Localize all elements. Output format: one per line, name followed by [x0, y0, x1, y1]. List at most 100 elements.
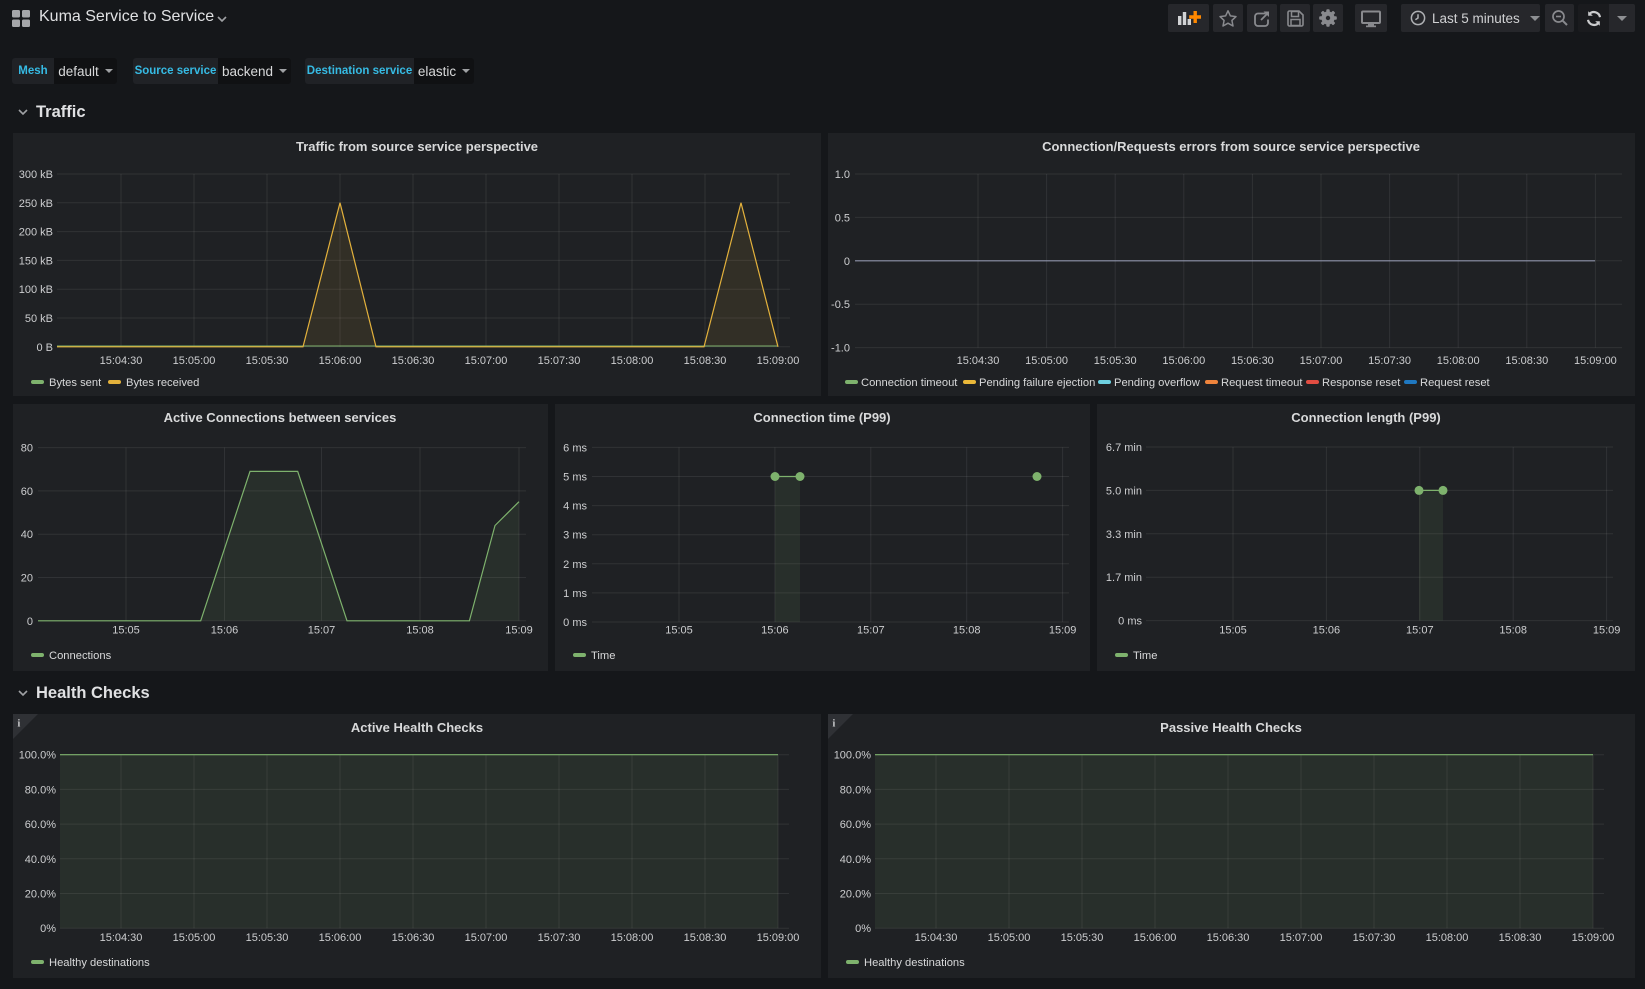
svg-text:15:09: 15:09 — [505, 625, 533, 637]
svg-text:i: i — [18, 719, 21, 730]
svg-text:15:04:30: 15:04:30 — [100, 355, 143, 367]
svg-text:2 ms: 2 ms — [563, 559, 587, 571]
svg-text:0 ms: 0 ms — [1118, 616, 1142, 628]
svg-text:15:07:00: 15:07:00 — [465, 932, 508, 944]
svg-text:1 ms: 1 ms — [563, 588, 587, 600]
svg-text:Time: Time — [1133, 650, 1157, 662]
svg-text:4 ms: 4 ms — [563, 501, 587, 513]
svg-text:15:04:30: 15:04:30 — [957, 355, 1000, 367]
svg-text:0%: 0% — [855, 923, 871, 935]
svg-text:15:05:00: 15:05:00 — [173, 932, 216, 944]
svg-text:15:06:00: 15:06:00 — [319, 355, 362, 367]
svg-text:15:07:30: 15:07:30 — [538, 932, 581, 944]
svg-text:Time: Time — [591, 650, 615, 662]
svg-text:15:06:00: 15:06:00 — [1162, 355, 1205, 367]
svg-text:6.7 min: 6.7 min — [1106, 442, 1142, 454]
svg-text:15:07:30: 15:07:30 — [538, 355, 581, 367]
svg-text:15:09: 15:09 — [1593, 625, 1621, 637]
svg-text:Active Health Checks: Active Health Checks — [351, 720, 483, 735]
svg-text:15:08: 15:08 — [406, 625, 434, 637]
svg-text:80: 80 — [21, 443, 33, 455]
svg-text:250 kB: 250 kB — [19, 198, 53, 210]
svg-text:20: 20 — [21, 573, 33, 585]
svg-text:15:08: 15:08 — [953, 625, 981, 637]
svg-text:15:05:30: 15:05:30 — [246, 355, 289, 367]
svg-text:15:05:30: 15:05:30 — [1061, 932, 1104, 944]
svg-text:15:06:30: 15:06:30 — [1207, 932, 1250, 944]
svg-text:5 ms: 5 ms — [563, 472, 587, 484]
svg-text:Healthy destinations: Healthy destinations — [49, 957, 150, 969]
svg-text:15:05:00: 15:05:00 — [173, 355, 216, 367]
svg-text:15:05:00: 15:05:00 — [988, 932, 1031, 944]
svg-text:15:08:30: 15:08:30 — [684, 355, 727, 367]
svg-text:15:08:30: 15:08:30 — [1499, 932, 1542, 944]
svg-text:15:06:30: 15:06:30 — [392, 355, 435, 367]
svg-text:60.0%: 60.0% — [25, 819, 56, 831]
svg-text:15:05:30: 15:05:30 — [1094, 355, 1137, 367]
svg-text:3.3 min: 3.3 min — [1106, 529, 1142, 541]
svg-text:20.0%: 20.0% — [840, 889, 871, 901]
svg-text:Bytes received: Bytes received — [126, 377, 199, 389]
svg-text:15:08:30: 15:08:30 — [1505, 355, 1548, 367]
svg-text:15:07:00: 15:07:00 — [1300, 355, 1343, 367]
svg-text:40.0%: 40.0% — [840, 854, 871, 866]
svg-text:0 ms: 0 ms — [563, 617, 587, 629]
svg-text:15:07:00: 15:07:00 — [1280, 932, 1323, 944]
svg-text:15:07: 15:07 — [857, 625, 885, 637]
svg-text:40: 40 — [21, 529, 33, 541]
svg-text:0.5: 0.5 — [835, 212, 850, 224]
svg-text:Request timeout: Request timeout — [1221, 377, 1303, 389]
svg-text:100.0%: 100.0% — [834, 750, 872, 762]
svg-text:60: 60 — [21, 486, 33, 498]
svg-text:300 kB: 300 kB — [19, 169, 53, 181]
svg-text:6 ms: 6 ms — [563, 442, 587, 454]
svg-text:100.0%: 100.0% — [19, 750, 57, 762]
svg-text:15:09:00: 15:09:00 — [1574, 355, 1617, 367]
svg-text:0: 0 — [844, 256, 850, 268]
svg-text:Healthy destinations: Healthy destinations — [864, 957, 965, 969]
svg-text:Connections: Connections — [49, 650, 112, 662]
svg-text:15:08:30: 15:08:30 — [684, 932, 727, 944]
svg-text:0: 0 — [27, 616, 33, 628]
svg-text:15:07: 15:07 — [308, 625, 336, 637]
svg-text:15:06: 15:06 — [1313, 625, 1341, 637]
svg-text:15:06:00: 15:06:00 — [319, 932, 362, 944]
svg-text:15:09: 15:09 — [1049, 625, 1077, 637]
svg-text:Connection timeout: Connection timeout — [861, 377, 958, 389]
svg-text:200 kB: 200 kB — [19, 227, 53, 239]
svg-text:15:04:30: 15:04:30 — [915, 932, 958, 944]
svg-text:15:06:30: 15:06:30 — [1231, 355, 1274, 367]
svg-text:15:06:30: 15:06:30 — [392, 932, 435, 944]
svg-text:15:09:00: 15:09:00 — [757, 932, 800, 944]
svg-text:15:04:30: 15:04:30 — [100, 932, 143, 944]
svg-text:0 B: 0 B — [36, 342, 53, 354]
svg-text:15:06:00: 15:06:00 — [1134, 932, 1177, 944]
svg-text:15:08:00: 15:08:00 — [1437, 355, 1480, 367]
svg-text:15:05:00: 15:05:00 — [1025, 355, 1068, 367]
svg-text:15:08:00: 15:08:00 — [1426, 932, 1469, 944]
svg-text:Request reset: Request reset — [1420, 377, 1491, 389]
svg-text:Pending failure ejection: Pending failure ejection — [979, 377, 1095, 389]
svg-text:80.0%: 80.0% — [840, 784, 871, 796]
svg-text:15:06: 15:06 — [211, 625, 239, 637]
svg-text:15:07:00: 15:07:00 — [465, 355, 508, 367]
svg-text:15:08:00: 15:08:00 — [611, 932, 654, 944]
svg-text:15:08: 15:08 — [1499, 625, 1527, 637]
svg-text:Connection/Requests errors fro: Connection/Requests errors from source s… — [1042, 139, 1420, 154]
svg-text:60.0%: 60.0% — [840, 819, 871, 831]
svg-text:50 kB: 50 kB — [25, 313, 53, 325]
svg-text:Bytes sent: Bytes sent — [49, 377, 102, 389]
svg-text:15:06: 15:06 — [761, 625, 789, 637]
svg-text:15:05: 15:05 — [112, 625, 140, 637]
svg-text:15:08:00: 15:08:00 — [611, 355, 654, 367]
svg-text:Passive Health Checks: Passive Health Checks — [1160, 720, 1302, 735]
svg-text:0%: 0% — [40, 923, 56, 935]
svg-text:i: i — [833, 719, 836, 730]
svg-text:15:09:00: 15:09:00 — [1572, 932, 1615, 944]
svg-text:1.0: 1.0 — [835, 169, 850, 181]
svg-text:Connection length (P99): Connection length (P99) — [1291, 410, 1441, 425]
svg-text:15:05: 15:05 — [1219, 625, 1247, 637]
svg-text:40.0%: 40.0% — [25, 854, 56, 866]
svg-text:Response reset: Response reset — [1322, 377, 1401, 389]
svg-text:15:07:30: 15:07:30 — [1353, 932, 1396, 944]
